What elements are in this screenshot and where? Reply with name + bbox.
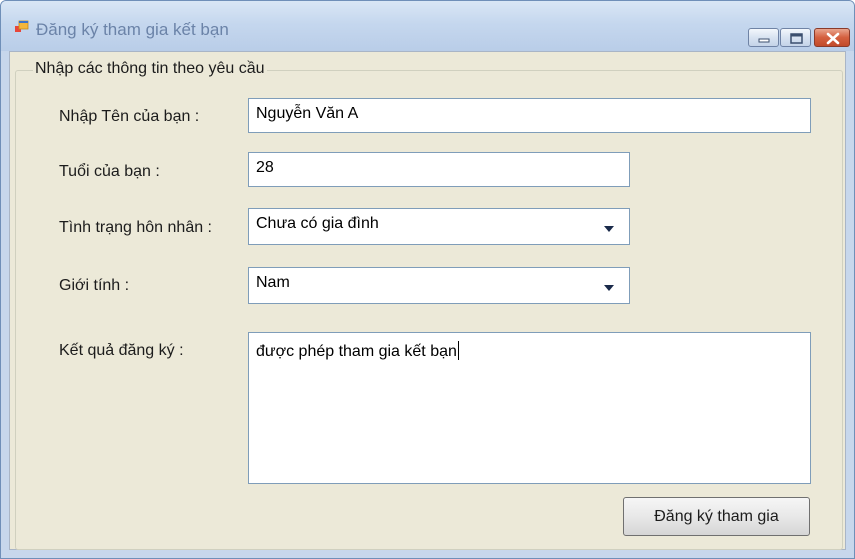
close-button[interactable]: [814, 28, 850, 47]
windows-form-icon: [15, 20, 29, 32]
age-label: Tuổi của bạn :: [59, 163, 160, 180]
main-window: Đăng ký tham gia kết bạn Nhập các thông …: [0, 0, 855, 559]
register-button[interactable]: Đăng ký tham gia: [623, 497, 810, 536]
marital-status-value: Chưa có gia đình: [256, 215, 379, 232]
gender-label: Giới tính :: [59, 277, 130, 294]
minimize-icon: [758, 38, 770, 43]
text-caret: [457, 341, 459, 360]
name-input[interactable]: Nguyễn Văn A: [248, 98, 811, 133]
gender-value: Nam: [256, 274, 290, 291]
minimize-button[interactable]: [748, 28, 779, 47]
result-textarea[interactable]: được phép tham gia kết bạn: [248, 332, 811, 484]
result-label: Kết quả đăng ký :: [59, 342, 184, 359]
marital-status-label: Tình trạng hôn nhân :: [59, 219, 212, 236]
name-label: Nhập Tên của bạn :: [59, 108, 200, 125]
window-title: Đăng ký tham gia kết bạn: [36, 20, 229, 39]
maximize-icon: [790, 33, 803, 44]
result-value: được phép tham gia kết bạn: [256, 343, 457, 360]
title-bar[interactable]: Đăng ký tham gia kết bạn: [1, 1, 854, 51]
group-box-legend: Nhập các thông tin theo yêu cầu: [33, 60, 267, 78]
gender-dropdown[interactable]: Nam: [248, 267, 630, 304]
chevron-down-icon[interactable]: [603, 225, 615, 233]
close-icon: [826, 32, 840, 45]
marital-status-dropdown[interactable]: Chưa có gia đình: [248, 208, 630, 245]
maximize-button[interactable]: [780, 28, 811, 47]
chevron-down-icon[interactable]: [603, 284, 615, 292]
age-input[interactable]: 28: [248, 152, 630, 187]
